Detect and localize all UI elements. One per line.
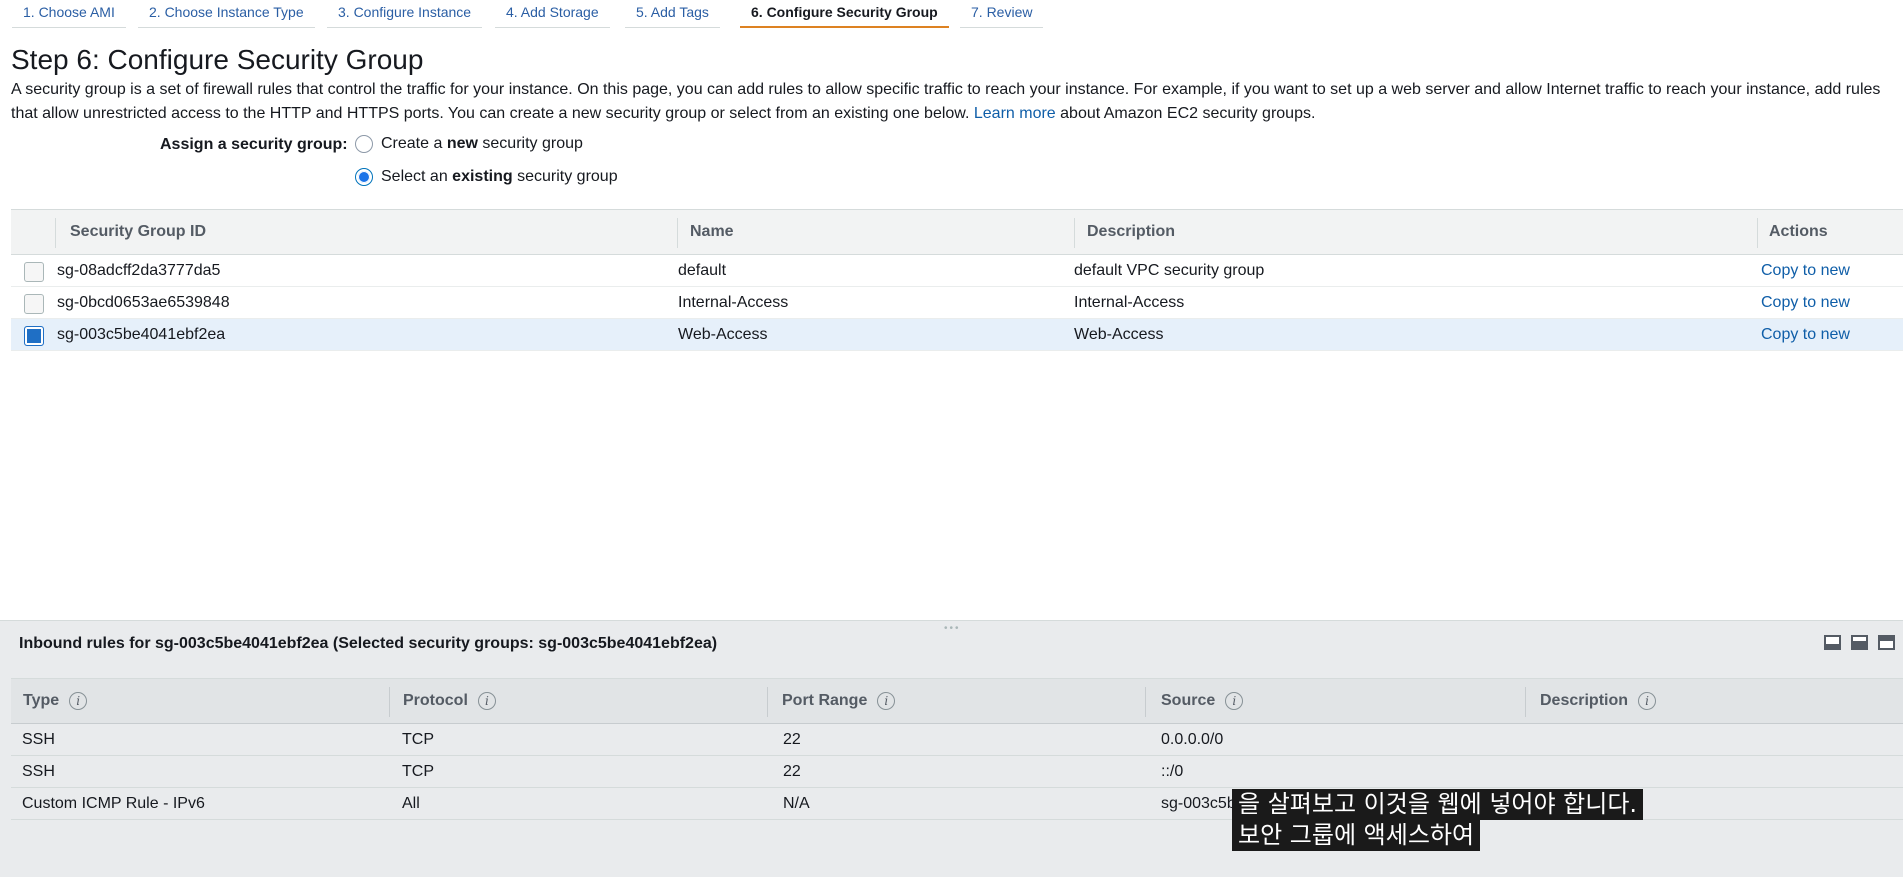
rule-protocol: All bbox=[402, 795, 420, 812]
header-type[interactable]: Type i bbox=[23, 692, 88, 710]
tab-review[interactable]: 7. Review bbox=[960, 0, 1044, 28]
table-row: SSH TCP 22 ::/0 bbox=[11, 756, 1903, 788]
rule-port-range: N/A bbox=[783, 795, 810, 812]
rule-source: sg-003c5b bbox=[1161, 795, 1236, 812]
tab-choose-instance-type[interactable]: 2. Choose Instance Type bbox=[138, 0, 315, 28]
security-group-name: default bbox=[678, 262, 727, 279]
security-group-name: Web-Access bbox=[678, 326, 768, 343]
table-header: Security Group ID Name Description Actio… bbox=[11, 209, 1903, 255]
rule-port-range: 22 bbox=[783, 731, 801, 748]
subtitle-line-2: 보안 그룹에 액세스하여 bbox=[1232, 820, 1481, 851]
security-group-description: Web-Access bbox=[1074, 326, 1164, 343]
header-source[interactable]: Source i bbox=[1161, 692, 1244, 710]
wizard-tabs: 1. Choose AMI 2. Choose Instance Type 3.… bbox=[0, 0, 1903, 30]
tab-configure-instance[interactable]: 3. Configure Instance bbox=[327, 0, 483, 28]
header-description[interactable]: Description bbox=[1087, 223, 1175, 241]
resize-grip-icon[interactable]: ••• bbox=[944, 623, 961, 634]
learn-more-link[interactable]: Learn more bbox=[974, 105, 1056, 122]
table-row[interactable]: sg-08adcff2da3777da5 default default VPC… bbox=[11, 255, 1903, 287]
video-subtitles: 을 살펴보고 이것을 웹에 넣어야 합니다. 보안 그룹에 액세스하여 bbox=[1232, 789, 1644, 851]
table-row-selected[interactable]: sg-003c5be4041ebf2ea Web-Access Web-Acce… bbox=[11, 319, 1903, 351]
tab-choose-ami[interactable]: 1. Choose AMI bbox=[12, 0, 126, 28]
info-icon[interactable]: i bbox=[877, 692, 896, 710]
header-name[interactable]: Name bbox=[690, 223, 734, 241]
header-actions: Actions bbox=[1769, 223, 1828, 240]
rule-protocol: TCP bbox=[402, 731, 434, 748]
radio-create-new-security-group[interactable]: Create a new security group bbox=[355, 135, 583, 153]
intro-line-1: A security group is a set of firewall ru… bbox=[11, 81, 1881, 98]
minimize-panel-icon[interactable] bbox=[1824, 635, 1841, 650]
tab-configure-security-group[interactable]: 6. Configure Security Group bbox=[740, 0, 949, 28]
rule-protocol: TCP bbox=[402, 763, 434, 780]
security-group-table: Security Group ID Name Description Actio… bbox=[11, 209, 1903, 351]
security-group-id: sg-003c5be4041ebf2ea bbox=[57, 326, 226, 343]
copy-to-new-link[interactable]: Copy to new bbox=[1761, 294, 1850, 312]
info-icon[interactable]: i bbox=[477, 692, 496, 710]
security-group-description: Internal-Access bbox=[1074, 294, 1185, 311]
rule-type: SSH bbox=[22, 763, 55, 780]
radio-label-new: Create a new security group bbox=[381, 135, 583, 152]
table-row: SSH TCP 22 0.0.0.0/0 bbox=[11, 724, 1903, 756]
header-description[interactable]: Description i bbox=[1540, 692, 1657, 710]
radio-button-selected[interactable] bbox=[355, 168, 373, 186]
rule-port-range: 22 bbox=[783, 763, 801, 780]
security-group-id: sg-0bcd0653ae6539848 bbox=[57, 294, 230, 311]
intro-line-2: that allow unrestricted access to the HT… bbox=[11, 105, 1316, 122]
security-group-name: Internal-Access bbox=[678, 294, 789, 311]
assign-security-group-label: Assign a security group: bbox=[160, 136, 348, 153]
rule-source: ::/0 bbox=[1161, 763, 1184, 780]
maximize-panel-icon[interactable] bbox=[1878, 635, 1895, 650]
header-port-range[interactable]: Port Range i bbox=[782, 692, 896, 710]
subtitle-line-1: 을 살펴보고 이것을 웹에 넣어야 합니다. bbox=[1232, 789, 1644, 820]
header-security-group-id[interactable]: Security Group ID bbox=[70, 223, 206, 241]
intro-text: A security group is a set of firewall ru… bbox=[11, 78, 1903, 126]
half-panel-icon[interactable] bbox=[1851, 635, 1868, 650]
security-group-id: sg-08adcff2da3777da5 bbox=[57, 262, 221, 279]
info-icon[interactable]: i bbox=[69, 692, 88, 710]
info-icon[interactable]: i bbox=[1638, 692, 1657, 710]
tab-add-storage[interactable]: 4. Add Storage bbox=[495, 0, 610, 28]
radio-select-existing-security-group[interactable]: Select an existing security group bbox=[355, 168, 618, 186]
info-icon[interactable]: i bbox=[1225, 692, 1244, 710]
copy-to-new-link[interactable]: Copy to new bbox=[1761, 326, 1850, 344]
copy-to-new-link[interactable]: Copy to new bbox=[1761, 262, 1850, 280]
row-checkbox[interactable] bbox=[24, 262, 44, 282]
rule-type: SSH bbox=[22, 731, 55, 748]
table-row[interactable]: sg-0bcd0653ae6539848 Internal-Access Int… bbox=[11, 287, 1903, 319]
table-header: Type i Protocol i Port Range i Source i Desc… bbox=[11, 678, 1903, 724]
radio-button[interactable] bbox=[355, 135, 373, 153]
tab-add-tags[interactable]: 5. Add Tags bbox=[625, 0, 720, 28]
radio-label-existing: Select an existing security group bbox=[381, 168, 618, 185]
page-title: Step 6: Configure Security Group bbox=[11, 44, 424, 75]
inbound-rules-title: Inbound rules for sg-003c5be4041ebf2ea (… bbox=[19, 635, 718, 652]
security-group-description: default VPC security group bbox=[1074, 262, 1265, 279]
row-checkbox[interactable] bbox=[24, 294, 44, 314]
header-protocol[interactable]: Protocol i bbox=[403, 692, 496, 710]
row-checkbox-checked[interactable] bbox=[24, 326, 44, 346]
rule-type: Custom ICMP Rule - IPv6 bbox=[22, 795, 205, 812]
rule-source: 0.0.0.0/0 bbox=[1161, 731, 1224, 748]
